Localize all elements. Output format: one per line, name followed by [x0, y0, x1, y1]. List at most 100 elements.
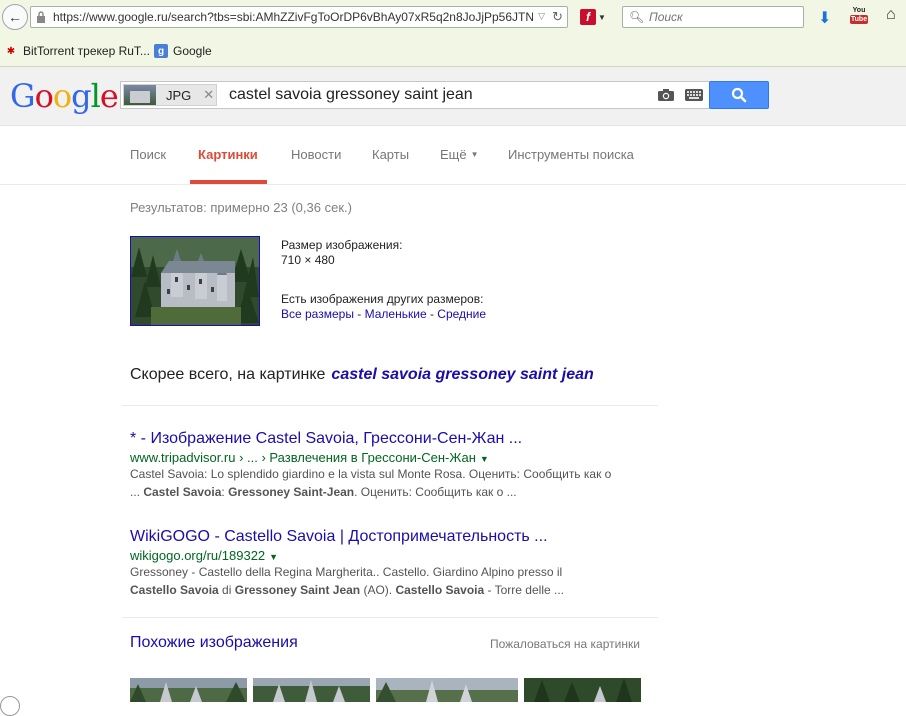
result-url-text: wikigogo.org/ru/189322 — [130, 548, 266, 563]
bittorrent-icon: ✱ — [6, 45, 16, 57]
medium-sizes-link[interactable]: Средние — [437, 307, 486, 321]
result-snippet-line: Gressoney - Castello della Regina Marghe… — [130, 565, 563, 579]
google-header: Google JPG ✕ castel savoia gressoney sai… — [0, 67, 906, 126]
search-box[interactable]: JPG ✕ castel savoia gressoney saint jean — [120, 81, 710, 109]
size-separator: - — [426, 307, 438, 321]
google-favicon: g — [154, 44, 168, 58]
result-title[interactable]: * - Изображение Castel Savoia, Грессони-… — [130, 430, 670, 448]
report-images-link[interactable]: Пожаловаться на картинки — [490, 637, 640, 651]
similar-image-thumb[interactable] — [524, 678, 641, 702]
other-sizes-info: Есть изображения других размеров: Все ра… — [281, 292, 486, 322]
tab-search[interactable]: Поиск — [130, 147, 166, 162]
logo-letter: e — [99, 77, 119, 115]
castle-image — [130, 678, 247, 702]
search-tabs: Поиск Картинки Новости Карты Ещё ▼ Инстру… — [0, 126, 906, 185]
refresh-icon[interactable]: ↻ — [552, 9, 563, 25]
result-snippet-line: Castello Savoia di Gressoney Saint Jean … — [130, 582, 670, 599]
tab-more[interactable]: Ещё ▼ — [440, 147, 479, 162]
image-size-info: Размер изображения: 710 × 480 — [281, 238, 402, 268]
similar-images-heading[interactable]: Похожие изображения — [130, 634, 298, 652]
all-sizes-link[interactable]: Все размеры — [281, 307, 354, 321]
similar-image-thumb[interactable] — [376, 678, 518, 702]
query-image-thumbnail — [124, 85, 156, 105]
best-guess: Скорее всего, на картинке castel savoia g… — [130, 366, 594, 384]
youtube-label-top: You — [852, 7, 866, 14]
castle-image — [131, 237, 259, 325]
snippet-text: ... — [130, 485, 144, 499]
logo-letter: l — [90, 77, 101, 115]
search-result: WikiGOGO - Castello Savoia | Достопримеч… — [130, 528, 670, 599]
divider — [122, 617, 658, 618]
similar-image-thumb[interactable] — [130, 678, 247, 702]
divider — [122, 405, 658, 406]
image-size-value: 710 × 480 — [281, 253, 335, 267]
result-snippet-line: ... Castel Savoia: Gressoney Saint-Jean.… — [130, 484, 670, 501]
chevron-down-icon: ▼ — [598, 12, 606, 22]
best-guess-label: Скорее всего, на картинке — [130, 366, 326, 383]
snippet-text: . Оценить: Сообщить как о ... — [354, 485, 517, 499]
snippet-text: (AO). — [360, 583, 396, 597]
search-button[interactable] — [709, 81, 769, 109]
search-icon — [731, 87, 747, 103]
result-url: wikigogo.org/ru/189322 ▼ — [130, 548, 670, 563]
image-size-label: Размер изображения: — [281, 238, 403, 252]
search-result: * - Изображение Castel Savoia, Грессони-… — [130, 430, 670, 501]
logo-letter: o — [52, 77, 72, 115]
close-icon[interactable]: ✕ — [203, 87, 214, 103]
best-guess-link[interactable]: castel savoia gressoney saint jean — [331, 366, 593, 383]
google-logo[interactable]: Google — [10, 77, 119, 115]
scroll-widget[interactable] — [0, 696, 20, 716]
browser-search-input[interactable] — [647, 9, 801, 25]
result-url: www.tripadvisor.ru › ... › Развлечения в… — [130, 450, 670, 465]
flash-addon-button[interactable]: f ▼ — [580, 6, 610, 28]
snippet-highlight: Castel Savoia — [143, 485, 222, 499]
search-icon: 🔍︎ — [629, 10, 645, 24]
chevron-down-icon[interactable]: ▼ — [269, 552, 278, 562]
tab-maps[interactable]: Карты — [372, 147, 409, 162]
bookmarks-bar: ✱ BitTorrent трекер RuT... g Google — [0, 40, 906, 64]
castle-image — [376, 678, 518, 702]
size-separator: - — [353, 307, 365, 321]
snippet-highlight: Castello Savoia — [395, 583, 485, 597]
camera-icon[interactable] — [657, 88, 675, 102]
back-button[interactable]: ← — [2, 4, 28, 30]
other-sizes-label: Есть изображения других размеров: — [281, 292, 484, 306]
url-dropdown-icon[interactable]: ▽ — [538, 11, 545, 22]
download-icon[interactable]: ⬇ — [818, 8, 831, 28]
castle-image — [524, 678, 641, 702]
bookmark-google[interactable]: g Google — [154, 44, 212, 58]
snippet-highlight: Castello Savoia — [130, 583, 219, 597]
query-image[interactable] — [130, 236, 260, 326]
keyboard-icon[interactable] — [685, 89, 703, 101]
youtube-icon[interactable]: You Tube — [850, 6, 868, 26]
browser-search-box[interactable]: 🔍︎ — [622, 6, 804, 28]
snippet-text: - Torre delle ... — [484, 583, 564, 597]
home-icon[interactable]: ⌂ — [886, 6, 896, 24]
snippet-highlight: Gressoney Saint Jean — [234, 583, 361, 597]
tab-news[interactable]: Новости — [291, 147, 341, 162]
result-snippet-line: Castel Savoia: Lo splendido giardino e l… — [130, 467, 612, 481]
search-input[interactable]: castel savoia gressoney saint jean — [229, 86, 473, 104]
chevron-down-icon: ▼ — [470, 150, 479, 159]
youtube-label-bottom: Tube — [850, 15, 868, 24]
result-url-text: www.tripadvisor.ru › ... › Развлечения в… — [130, 450, 476, 465]
bookmark-label: BitTorrent трекер RuT... — [23, 44, 150, 58]
flash-icon: f — [580, 9, 596, 25]
bookmark-label: Google — [173, 44, 212, 58]
bookmark-bittorrent[interactable]: ✱ BitTorrent трекер RuT... — [4, 44, 150, 58]
image-query-chip[interactable]: JPG ✕ — [123, 84, 217, 106]
browser-toolbar: ← https://www.google.ru/search?tbs=sbi:A… — [0, 0, 906, 67]
tab-images[interactable]: Картинки — [198, 147, 258, 162]
url-text[interactable]: https://www.google.ru/search?tbs=sbi:AMh… — [53, 10, 533, 24]
castle-image — [253, 678, 370, 702]
chevron-down-icon[interactable]: ▼ — [480, 454, 489, 464]
small-sizes-link[interactable]: Маленькие — [365, 307, 427, 321]
tab-search-tools[interactable]: Инструменты поиска — [508, 147, 634, 162]
result-title[interactable]: WikiGOGO - Castello Savoia | Достопримеч… — [130, 528, 670, 546]
active-tab-underline — [190, 180, 267, 184]
similar-image-thumb[interactable] — [253, 678, 370, 702]
address-bar[interactable]: https://www.google.ru/search?tbs=sbi:AMh… — [30, 6, 568, 28]
chip-label: JPG — [166, 87, 192, 103]
logo-letter: G — [10, 77, 36, 115]
result-stats: Результатов: примерно 23 (0,36 сек.) — [130, 200, 352, 215]
